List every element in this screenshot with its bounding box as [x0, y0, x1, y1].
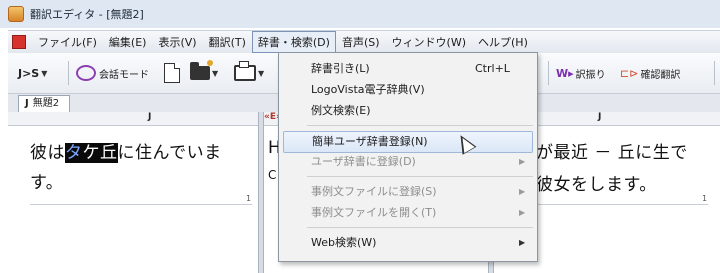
menu-item-dictionary-lookup[interactable]: 辞書引き(L) Ctrl+L: [279, 59, 537, 79]
direction-dropdown[interactable]: J>S ▼: [18, 62, 47, 84]
tab-prefix: J: [25, 98, 29, 109]
paragraph-rule: [536, 204, 708, 205]
menu-separator: [307, 176, 533, 177]
left-pane-ruler: J: [8, 112, 258, 126]
selected-char-blue: タ: [65, 143, 83, 163]
tab-label: 無題2: [32, 98, 60, 109]
menu-file[interactable]: ファイル(F): [32, 31, 103, 53]
menu-help[interactable]: ヘルプ(H): [472, 31, 534, 53]
paragraph-number: 1: [702, 194, 708, 203]
document-tab[interactable]: J 無題2: [18, 95, 71, 112]
menu-item-label: 例文検索(E): [311, 104, 371, 117]
toolbar-separator: [548, 61, 549, 85]
menu-bar: ファイル(F) 編集(E) 表示(V) 翻訳(T) 辞書・検索(D) 音声(S)…: [8, 30, 720, 54]
confirm-arrow-icon: ⊏⊳: [620, 66, 639, 80]
menu-item-label: ユーザ辞書に登録(D): [311, 155, 416, 168]
menu-edit[interactable]: 編集(E): [103, 31, 153, 53]
translation-line-2: C: [268, 168, 277, 182]
ruler-label: J: [148, 112, 152, 122]
dictionary-search-menu: 辞書引き(L) Ctrl+L LogoVista電子辞典(V) 例文検索(E) …: [278, 52, 538, 262]
toolbar-separator: [68, 61, 69, 85]
new-document-button[interactable]: [164, 62, 180, 84]
menu-item-logovista-dictionary[interactable]: LogoVista電子辞典(V): [279, 80, 537, 100]
menu-item-open-example-file[interactable]: 事例文ファイルを開く(T) ▶: [279, 203, 537, 223]
conversation-mode-label: 会話モード: [99, 69, 149, 81]
app-icon: [8, 6, 24, 22]
menu-item-label: 事例文ファイルを開く(T): [311, 206, 437, 219]
source-text-pane[interactable]: 彼はタケ丘に住んでいま す。 1: [8, 126, 258, 273]
menu-item-label: 事例文ファイルに登録(S): [311, 185, 437, 198]
menu-item-label: LogoVista電子辞典(V): [311, 83, 425, 96]
menu-item-example-search[interactable]: 例文検索(E): [279, 101, 537, 121]
menu-item-easy-user-dictionary[interactable]: 簡単ユーザ辞書登録(N): [283, 131, 533, 153]
title-bar: 翻訳エディタ - [無題2]: [0, 0, 720, 28]
retranslate-button[interactable]: W▸ 訳振り: [556, 62, 606, 84]
direction-label: J>S: [18, 66, 40, 80]
submenu-arrow-icon: ▶: [519, 238, 526, 247]
confirm-translate-button[interactable]: ⊏⊳ 確認翻訳: [620, 62, 680, 84]
open-file-button[interactable]: ▼: [190, 60, 219, 84]
menu-window[interactable]: ウィンドウ(W): [386, 31, 472, 53]
retranslate-label: 訳振り: [575, 69, 606, 81]
back-translation-line-1: が最近 － 丘に生で: [536, 143, 688, 163]
speech-bubble-icon: [76, 65, 96, 81]
menu-translate[interactable]: 翻訳(T): [203, 31, 252, 53]
menu-item-register-example-file[interactable]: 事例文ファイルに登録(S) ▶: [279, 182, 537, 202]
menu-item-shortcut: Ctrl+L: [475, 62, 510, 75]
source-text-before: 彼は: [30, 143, 65, 163]
chevron-down-icon: ▼: [212, 68, 219, 78]
submenu-arrow-icon: ▶: [519, 208, 526, 217]
menu-item-label: 簡単ユーザ辞書登録(N): [312, 135, 428, 148]
chevron-down-icon: ▼: [41, 68, 48, 78]
menu-item-register-user-dictionary[interactable]: ユーザ辞書に登録(D) ▶: [279, 152, 537, 172]
source-line-1: 彼はタケ丘に住んでいま: [30, 138, 222, 163]
menu-separator: [307, 227, 533, 228]
ruler-label: J: [598, 112, 602, 122]
conversation-mode-button[interactable]: 会話モード: [76, 62, 149, 84]
print-button[interactable]: ▼: [234, 61, 265, 84]
window-title: 翻訳エディタ - [無題2]: [30, 8, 144, 21]
menu-dictionary-search[interactable]: 辞書・検索(D): [251, 31, 336, 53]
back-translation-line-2: 彼女をします。: [536, 175, 657, 195]
document-menu-icon[interactable]: [12, 35, 26, 49]
folder-icon: [190, 60, 213, 80]
source-text-after: に住んでいま: [117, 143, 222, 163]
paragraph-number: 1: [246, 194, 252, 203]
printer-icon: [234, 61, 256, 81]
application-window: 翻訳エディタ - [無題2] ファイル(F) 編集(E) 表示(V) 翻訳(T)…: [0, 0, 720, 273]
paragraph-rule: [30, 204, 252, 205]
menu-item-label: Web検索(W): [311, 236, 377, 249]
selected-chars: ケ丘: [82, 143, 118, 163]
submenu-arrow-icon: ▶: [519, 157, 526, 166]
menu-item-web-search[interactable]: Web検索(W) ▶: [279, 233, 537, 253]
menu-item-label: 辞書引き(L): [311, 62, 370, 75]
chevron-down-icon: ▼: [258, 68, 265, 78]
submenu-arrow-icon: ▶: [519, 187, 526, 196]
new-document-icon: [164, 63, 180, 83]
source-line-2: す。: [30, 173, 64, 193]
confirm-translate-label: 確認翻訳: [640, 69, 681, 81]
menu-separator: [307, 125, 533, 126]
translate-w-icon: W▸: [556, 66, 574, 80]
menu-view[interactable]: 表示(V): [152, 31, 202, 53]
menu-audio[interactable]: 音声(S): [336, 31, 386, 53]
toolbar-separator: [714, 61, 715, 85]
selected-text: タケ丘: [65, 143, 118, 163]
